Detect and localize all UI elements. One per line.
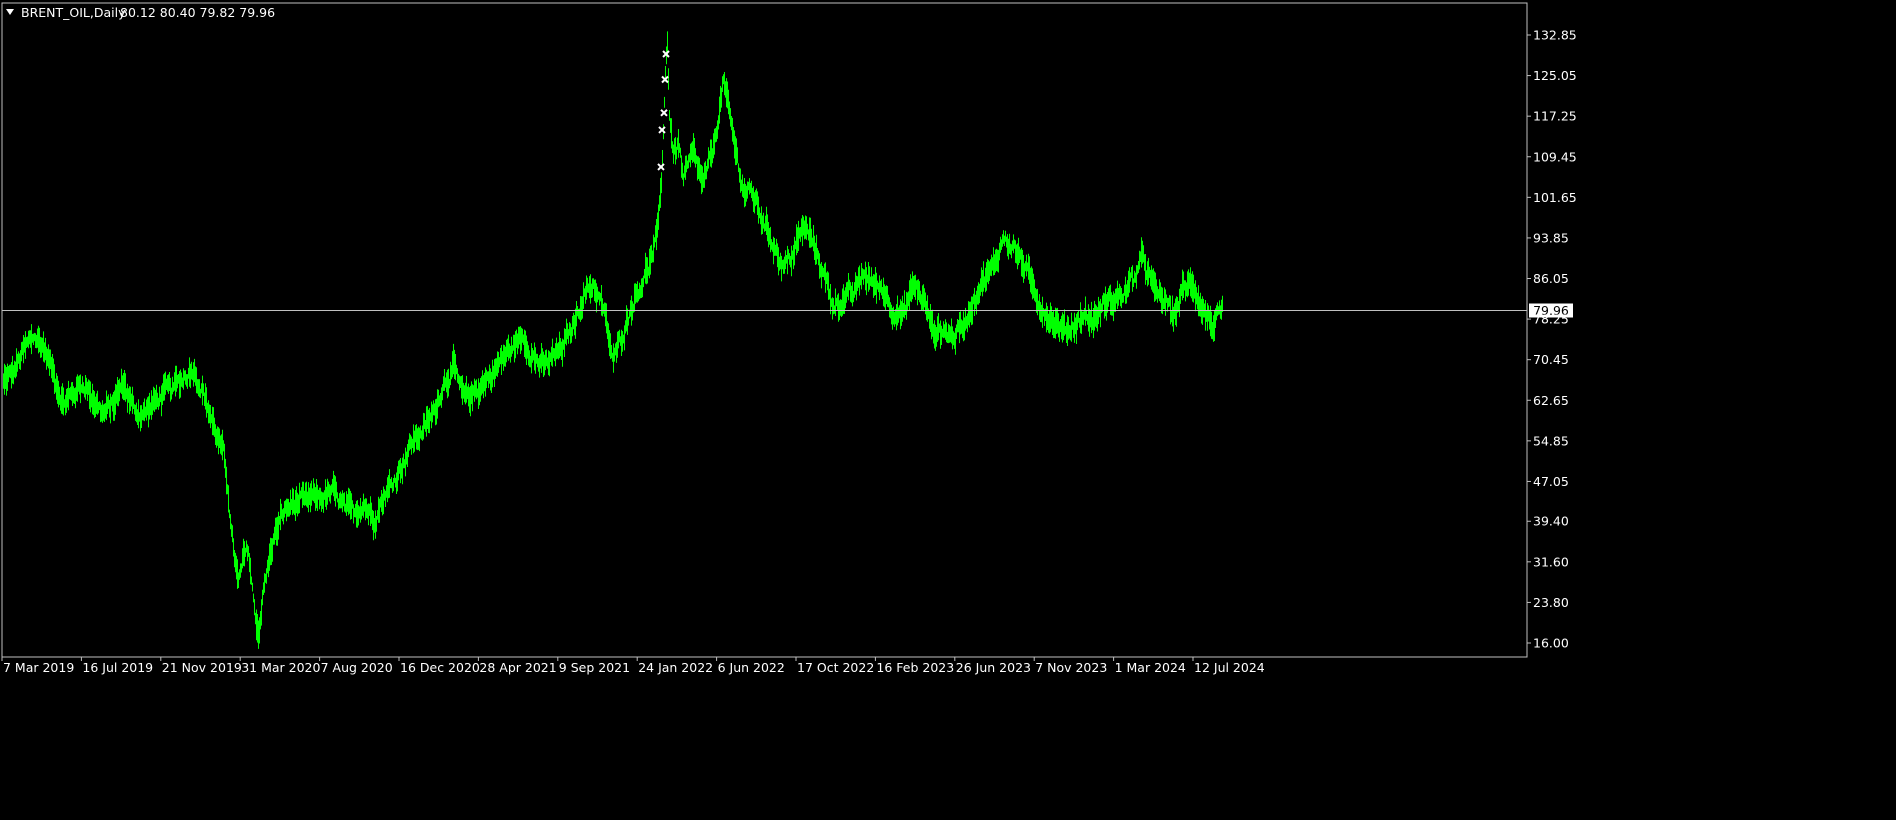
x-tick-label: 7 Nov 2023 [1035, 660, 1107, 675]
y-tick-label: 39.40 [1533, 514, 1569, 529]
y-tick-label: 54.85 [1533, 433, 1569, 448]
y-tick-label: 86.05 [1533, 271, 1569, 286]
y-tick-label: 78.25 [1533, 312, 1569, 327]
x-tick-label: 6 Jun 2022 [718, 660, 785, 675]
y-tick-label: 109.45 [1533, 149, 1577, 164]
y-tick-label: 70.45 [1533, 352, 1569, 367]
x-tick-label: 16 Jul 2019 [82, 660, 153, 675]
x-tick-label: 28 Apr 2021 [479, 660, 556, 675]
y-tick-label: 47.05 [1533, 474, 1569, 489]
x-tick-label: 17 Oct 2022 [797, 660, 874, 675]
y-tick-label: 93.85 [1533, 230, 1569, 245]
x-tick-label: 1 Mar 2024 [1115, 660, 1186, 675]
y-tick-label: 31.60 [1533, 554, 1569, 569]
price-chart[interactable]: 79.96 132.85125.05117.25109.45101.6593.8… [0, 0, 1896, 820]
y-tick-label: 23.80 [1533, 595, 1569, 610]
x-tick-label: 24 Jan 2022 [638, 660, 713, 675]
y-tick-label: 16.00 [1533, 636, 1569, 651]
y-tick-label: 132.85 [1533, 28, 1577, 43]
x-tick-label: 31 Mar 2020 [241, 660, 320, 675]
y-tick-label: 101.65 [1533, 190, 1577, 205]
chart-background [0, 0, 1896, 820]
x-tick-label: 7 Mar 2019 [3, 660, 74, 675]
x-tick-label: 7 Aug 2020 [321, 660, 393, 675]
chart-header: BRENT_OIL,Daily 80.12 80.40 79.82 79.96 [6, 5, 275, 20]
x-tick-label: 21 Nov 2019 [162, 660, 242, 675]
x-tick-label: 12 Jul 2024 [1194, 660, 1265, 675]
ohlc-values: 80.12 80.40 79.82 79.96 [120, 5, 275, 20]
y-tick-label: 62.65 [1533, 393, 1569, 408]
x-tick-label: 16 Feb 2023 [876, 660, 954, 675]
y-tick-label: 125.05 [1533, 68, 1577, 83]
x-tick-label: 16 Dec 2020 [400, 660, 480, 675]
y-tick-label: 117.25 [1533, 109, 1577, 124]
x-tick-label: 9 Sep 2021 [559, 660, 630, 675]
x-tick-label: 26 Jun 2023 [956, 660, 1031, 675]
symbol-label: BRENT_OIL,Daily [21, 5, 126, 20]
